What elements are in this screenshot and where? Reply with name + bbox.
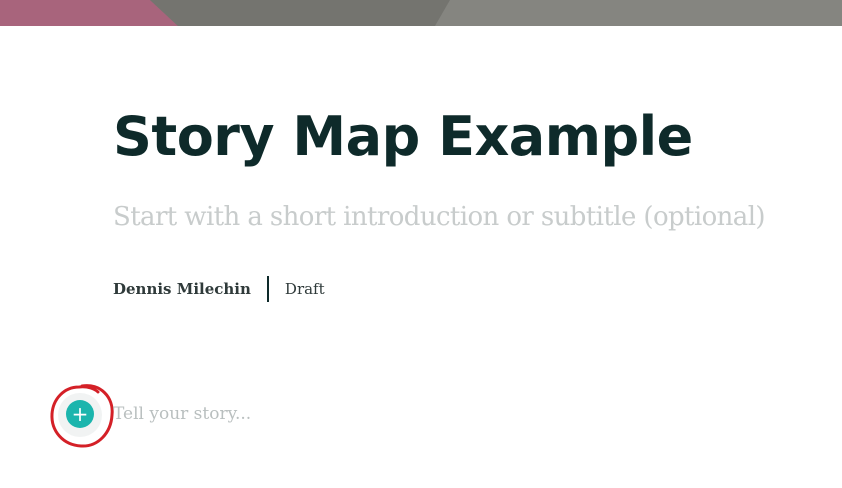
subtitle-field[interactable]: Start with a short introduction or subti…: [113, 199, 766, 235]
add-content-block: +: [48, 381, 116, 451]
author-name: Dennis Milechin: [113, 280, 251, 298]
cover-image-segment: [0, 0, 178, 26]
cover-image-segment: [150, 0, 450, 26]
cover-image[interactable]: [0, 0, 842, 26]
story-title[interactable]: Story Map Example: [113, 102, 693, 172]
byline: Dennis Milechin Draft: [113, 276, 325, 302]
cover-image-segment: [435, 0, 842, 26]
add-block-button[interactable]: +: [66, 400, 94, 428]
story-editor-page: Story Map Example Start with a short int…: [0, 0, 842, 488]
story-body-input[interactable]: [113, 401, 713, 427]
plus-icon: +: [71, 402, 89, 426]
status-label: Draft: [284, 280, 325, 298]
